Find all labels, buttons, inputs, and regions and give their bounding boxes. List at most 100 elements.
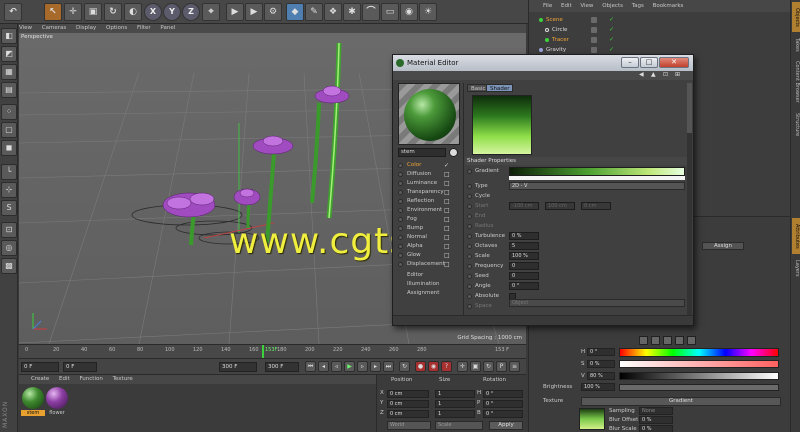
array-icon[interactable]: ✱ bbox=[343, 3, 361, 21]
texture-shader-button[interactable]: Gradient bbox=[581, 397, 781, 406]
position-z-field[interactable]: 0 cm bbox=[387, 410, 429, 418]
color-mode-spectrum-icon[interactable] bbox=[651, 336, 660, 345]
grid-icon[interactable]: ▩ bbox=[1, 258, 17, 274]
property-dot-icon[interactable] bbox=[467, 184, 472, 189]
solo-icon[interactable]: ◎ bbox=[1, 240, 17, 256]
z-axis-lock-button[interactable]: Z bbox=[182, 3, 200, 21]
material-menu-create[interactable]: Create bbox=[31, 376, 49, 382]
sampling-select[interactable]: None bbox=[639, 407, 673, 415]
texture-preview-thumbnail[interactable] bbox=[579, 408, 605, 430]
tab-objects[interactable]: Objects bbox=[792, 2, 800, 32]
edges-mode-icon[interactable]: ▢ bbox=[1, 122, 17, 138]
loop-icon[interactable]: ↻ bbox=[399, 361, 410, 372]
keyframe-selection-icon[interactable]: ? bbox=[441, 361, 452, 372]
maximize-button[interactable]: □ bbox=[640, 57, 658, 68]
tab-takes[interactable]: Takes bbox=[792, 34, 800, 56]
channel-checkbox-icon[interactable]: □ bbox=[444, 206, 450, 215]
property-dot-icon[interactable] bbox=[467, 194, 472, 199]
viewport-menu-display[interactable]: Display bbox=[76, 25, 96, 31]
play-icon[interactable]: ▶ bbox=[344, 361, 355, 372]
tab-shader[interactable]: Shader bbox=[486, 84, 514, 92]
blur-scale-field[interactable]: 0 % bbox=[639, 425, 673, 432]
channel-fog[interactable]: Fog □ bbox=[398, 215, 460, 224]
color-mode-picture-icon[interactable] bbox=[663, 336, 672, 345]
channel-checkbox-icon[interactable]: □ bbox=[444, 242, 450, 251]
undo-icon[interactable]: ↶ bbox=[4, 3, 22, 21]
om-menu-tags[interactable]: Tags bbox=[632, 3, 644, 9]
position-key-icon[interactable]: ✛ bbox=[457, 361, 468, 372]
property-dot-icon[interactable] bbox=[467, 214, 472, 219]
gradient-knots-strip[interactable] bbox=[509, 176, 685, 180]
property-dot-icon[interactable] bbox=[467, 244, 472, 249]
new-window-icon[interactable]: ⊞ bbox=[675, 71, 680, 78]
autokey-icon[interactable]: ◉ bbox=[428, 361, 439, 372]
property-dot-icon[interactable] bbox=[467, 204, 472, 209]
color-mode-rgb-icon[interactable] bbox=[675, 336, 684, 345]
value-slider[interactable] bbox=[619, 372, 779, 380]
channel-normal[interactable]: Normal □ bbox=[398, 233, 460, 242]
previous-key-icon[interactable]: ◂ bbox=[318, 361, 329, 372]
property-dot-icon[interactable] bbox=[467, 254, 472, 259]
tab-layers[interactable]: Layers bbox=[792, 256, 800, 280]
channel-bump[interactable]: Bump □ bbox=[398, 224, 460, 233]
viewport-menu-options[interactable]: Options bbox=[106, 25, 127, 31]
max-frame-field[interactable]: 300 F bbox=[265, 362, 299, 372]
size-z-field[interactable]: 1 bbox=[435, 410, 475, 418]
channel-checkbox-icon[interactable]: □ bbox=[444, 224, 450, 233]
assign-button[interactable]: Assign bbox=[702, 242, 744, 250]
tweak-icon[interactable]: ⊹ bbox=[1, 182, 17, 198]
live-selection-icon[interactable]: ↖ bbox=[44, 3, 62, 21]
tab-content-browser[interactable]: Content Browser bbox=[792, 58, 800, 106]
scrollbar-thumb[interactable] bbox=[687, 83, 692, 133]
up-arrow-icon[interactable]: ▲ bbox=[651, 71, 656, 78]
om-menu-view[interactable]: View bbox=[580, 3, 593, 9]
section-illumination[interactable]: Illumination bbox=[398, 280, 460, 289]
channel-displacement[interactable]: Displacement □ bbox=[398, 260, 460, 269]
material-menu-function[interactable]: Function bbox=[79, 376, 102, 382]
material-stem-thumbnail[interactable] bbox=[22, 387, 44, 409]
channel-checkbox-icon[interactable]: □ bbox=[444, 188, 450, 197]
channel-transparency[interactable]: Transparency □ bbox=[398, 188, 460, 197]
material-menu-edit[interactable]: Edit bbox=[59, 376, 70, 382]
light-icon[interactable]: ☀ bbox=[419, 3, 437, 21]
channel-reflection[interactable]: Reflection □ bbox=[398, 197, 460, 206]
render-settings-icon[interactable]: ⚙ bbox=[264, 3, 282, 21]
next-key-icon[interactable]: ▸ bbox=[370, 361, 381, 372]
visibility-toggle[interactable] bbox=[591, 17, 597, 23]
color-mode-wheel-icon[interactable] bbox=[639, 336, 648, 345]
seed-field[interactable]: 0 bbox=[509, 272, 539, 280]
section-assignment[interactable]: Assignment bbox=[398, 289, 460, 298]
timeline-menu-icon[interactable]: ≡ bbox=[509, 361, 520, 372]
channel-luminance[interactable]: Luminance □ bbox=[398, 179, 460, 188]
points-mode-icon[interactable]: ⁘ bbox=[1, 104, 17, 120]
channel-color[interactable]: Color ✓ bbox=[398, 161, 460, 170]
enabled-checkmark-icon[interactable]: ✓ bbox=[609, 26, 614, 34]
section-editor[interactable]: Editor bbox=[398, 271, 460, 280]
lock-icon[interactable]: ⊡ bbox=[663, 71, 668, 78]
go-to-start-icon[interactable]: ⏮ bbox=[305, 361, 316, 372]
channel-checkbox-checked-icon[interactable]: ✓ bbox=[444, 161, 449, 170]
make-editable-icon[interactable]: ◧ bbox=[1, 28, 17, 44]
type-select[interactable]: 2D - V bbox=[509, 182, 685, 190]
y-axis-lock-button[interactable]: Y bbox=[163, 3, 181, 21]
object-row-circle[interactable]: Circle ✓ bbox=[529, 26, 791, 34]
rotation-b-field[interactable]: 0 ° bbox=[483, 410, 523, 418]
visibility-toggle[interactable] bbox=[591, 47, 597, 53]
rotation-p-field[interactable]: 0 ° bbox=[483, 400, 523, 408]
material-stem-label[interactable]: stem bbox=[21, 410, 45, 416]
rotate-icon[interactable]: ↻ bbox=[104, 3, 122, 21]
polygons-mode-icon[interactable]: ◼ bbox=[1, 140, 17, 156]
parameter-key-icon[interactable]: P bbox=[496, 361, 507, 372]
lock-workplane-icon[interactable]: ⊡ bbox=[1, 222, 17, 238]
property-dot-icon[interactable] bbox=[467, 224, 472, 229]
bend-icon[interactable]: ⌒ bbox=[362, 3, 380, 21]
model-mode-icon[interactable]: ◩ bbox=[1, 46, 17, 62]
timeline-playhead[interactable] bbox=[262, 345, 264, 359]
channel-alpha[interactable]: Alpha □ bbox=[398, 242, 460, 251]
channel-checkbox-icon[interactable]: □ bbox=[444, 260, 450, 269]
render-view-icon[interactable]: ▶ bbox=[226, 3, 244, 21]
channel-checkbox-icon[interactable]: □ bbox=[444, 215, 450, 224]
om-menu-bookmarks[interactable]: Bookmarks bbox=[653, 3, 684, 9]
viewport-menu-panel[interactable]: Panel bbox=[160, 25, 175, 31]
channel-diffusion[interactable]: Diffusion □ bbox=[398, 170, 460, 179]
